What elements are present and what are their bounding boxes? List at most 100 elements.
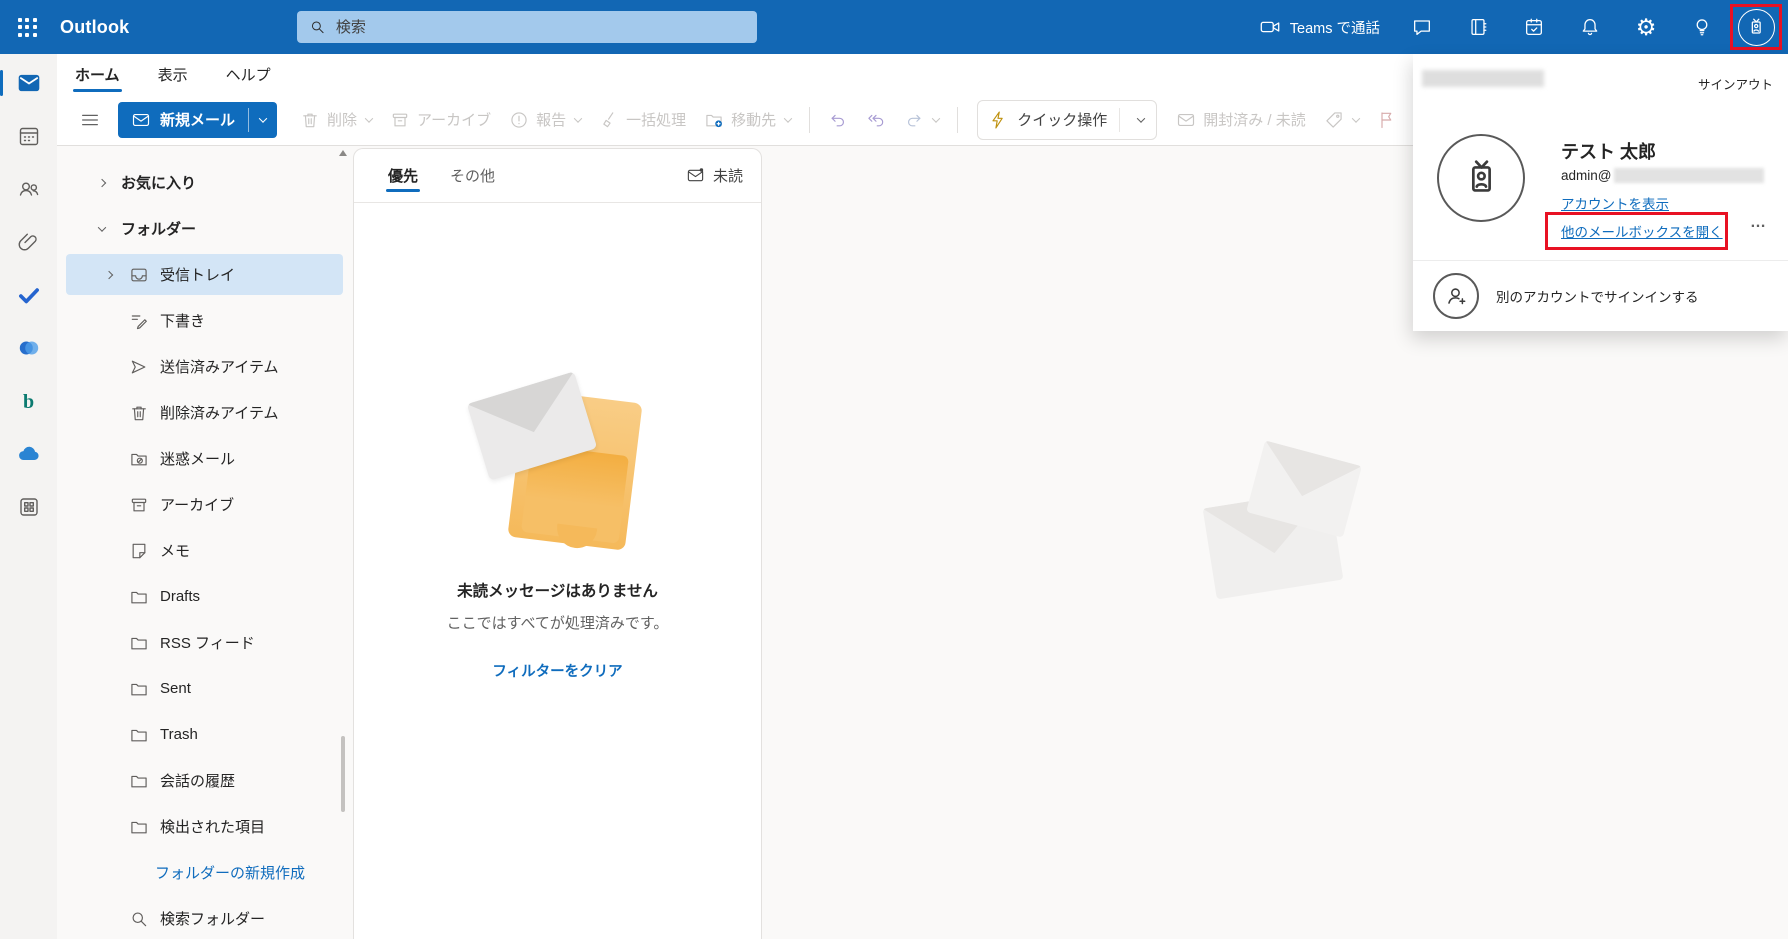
open-other-mailbox-link[interactable]: 他のメールボックスを開く	[1561, 221, 1723, 241]
unread-filter-button[interactable]: 未読	[686, 165, 743, 186]
new-mail-label: 新規メール	[160, 109, 235, 130]
avatar	[1738, 9, 1775, 46]
envelope-unread-icon	[686, 166, 705, 185]
rail-more-apps-button[interactable]	[13, 491, 45, 523]
account-more-button[interactable]: …	[1750, 214, 1768, 232]
folder-rss[interactable]: RSS フィード	[66, 622, 343, 663]
calendar-check-icon	[1523, 16, 1545, 38]
loop-icon	[16, 335, 42, 361]
rail-calendar-button[interactable]	[13, 120, 45, 152]
folder-deleted-items[interactable]: 削除済みアイテム	[66, 392, 343, 433]
quick-steps-button[interactable]: クイック操作	[988, 102, 1107, 138]
tab-focused[interactable]: 優先	[386, 150, 420, 201]
waffle-icon	[18, 18, 37, 37]
new-mail-button[interactable]: 新規メール	[118, 102, 248, 138]
folders-section[interactable]: フォルダー	[66, 208, 343, 249]
draft-pencil-icon	[129, 311, 149, 331]
inbox-icon	[129, 265, 149, 285]
folder-icon	[129, 725, 149, 745]
chevron-right-icon	[97, 178, 105, 186]
folder-icon	[129, 771, 149, 791]
cloud-icon	[16, 441, 42, 467]
move-folder-icon	[704, 110, 724, 130]
categorize-button[interactable]	[1315, 102, 1368, 138]
undo-button[interactable]	[819, 102, 857, 138]
people-icon	[17, 177, 41, 201]
tab-view[interactable]: 表示	[156, 58, 190, 94]
read-unread-button[interactable]: 開封済み / 未読	[1167, 102, 1315, 138]
folder-archive[interactable]: アーカイブ	[66, 484, 343, 525]
view-account-link[interactable]: アカウントを表示	[1561, 193, 1669, 213]
quick-steps-dropdown[interactable]	[1128, 117, 1154, 123]
search-icon	[129, 909, 149, 929]
redo-button[interactable]	[895, 102, 948, 138]
folder-inbox[interactable]: 受信トレイ	[66, 254, 343, 295]
tab-home[interactable]: ホーム	[73, 58, 122, 94]
create-new-folder-link[interactable]: フォルダーの新規作成	[66, 852, 343, 893]
envelope-icon	[1176, 110, 1196, 130]
teams-call-button[interactable]: Teams で通話	[1259, 16, 1380, 38]
chat-icon	[1411, 16, 1433, 38]
move-to-button[interactable]: 移動先	[695, 102, 800, 138]
account-manager-button[interactable]	[1730, 4, 1782, 50]
account-avatar	[1437, 134, 1525, 222]
note-icon	[129, 541, 149, 561]
folder-notes[interactable]: メモ	[66, 530, 343, 571]
undo-all-button[interactable]	[857, 102, 895, 138]
report-button[interactable]: 報告	[500, 102, 590, 138]
gear-icon: ⚙	[1636, 16, 1657, 39]
empty-state-title: 未読メッセージはありません	[457, 579, 658, 601]
app-launcher-button[interactable]	[0, 0, 54, 54]
rail-mail-button[interactable]	[13, 67, 45, 99]
folder-drafts-en[interactable]: Drafts	[66, 576, 343, 617]
top-app-bar: Outlook Teams で通話 ⚙	[0, 0, 1788, 54]
report-label: 報告	[536, 109, 566, 130]
rail-bing-button[interactable]: b	[13, 385, 45, 417]
archive-button[interactable]: アーカイブ	[381, 102, 500, 138]
onenote-feed-button[interactable]	[1450, 0, 1506, 54]
id-badge-icon	[1745, 16, 1767, 38]
search-input[interactable]	[336, 19, 745, 36]
tab-other[interactable]: その他	[448, 150, 497, 201]
unread-filter-label: 未読	[713, 165, 743, 186]
flag-button[interactable]	[1368, 102, 1406, 138]
rail-onedrive-button[interactable]	[13, 438, 45, 470]
chat-button[interactable]	[1394, 0, 1450, 54]
tips-button[interactable]	[1674, 0, 1730, 54]
signin-other-account-button[interactable]: 別のアカウントでサインインする	[1413, 261, 1788, 331]
trash-icon	[129, 403, 149, 423]
search-box[interactable]	[297, 11, 757, 43]
teams-call-label: Teams で通話	[1290, 17, 1380, 38]
folder-discovered-items[interactable]: 検出された項目	[66, 806, 343, 847]
junk-folder-icon	[129, 449, 149, 469]
new-mail-dropdown[interactable]	[249, 102, 277, 138]
folder-sent-items[interactable]: 送信済みアイテム	[66, 346, 343, 387]
rail-loop-button[interactable]	[13, 332, 45, 364]
left-app-rail: b	[0, 54, 57, 939]
paperclip-icon	[17, 230, 41, 254]
folder-drafts-jp[interactable]: 下書き	[66, 300, 343, 341]
folder-pane-scrollbar[interactable]	[338, 148, 348, 939]
search-folders-item[interactable]: 検索フォルダー	[66, 898, 343, 939]
folder-conversation-history[interactable]: 会話の履歴	[66, 760, 343, 801]
sweep-button[interactable]: 一括処理	[590, 102, 695, 138]
signout-button[interactable]: サインアウト	[1698, 74, 1773, 93]
rail-people-button[interactable]	[13, 173, 45, 205]
undo-all-icon	[866, 110, 886, 130]
tab-help[interactable]: ヘルプ	[224, 58, 273, 94]
folder-sent-en[interactable]: Sent	[66, 668, 343, 709]
account-flyout: サインアウト テスト 太郎 admin@ アカウントを表示 他のメールボックスを…	[1413, 54, 1788, 331]
notifications-button[interactable]	[1562, 0, 1618, 54]
clear-filter-link[interactable]: フィルターをクリア	[492, 660, 622, 681]
delete-button[interactable]: 削除	[291, 102, 381, 138]
scrollbar-thumb[interactable]	[341, 736, 345, 812]
settings-button[interactable]: ⚙	[1618, 0, 1674, 54]
rail-todo-button[interactable]	[13, 279, 45, 311]
scroll-up-arrow[interactable]	[339, 150, 347, 156]
favorites-section[interactable]: お気に入り	[66, 162, 343, 203]
folder-trash-en[interactable]: Trash	[66, 714, 343, 755]
my-day-button[interactable]	[1506, 0, 1562, 54]
rail-files-button[interactable]	[13, 226, 45, 258]
folder-junk[interactable]: 迷惑メール	[66, 438, 343, 479]
toolbar-overflow-button[interactable]	[70, 102, 110, 138]
